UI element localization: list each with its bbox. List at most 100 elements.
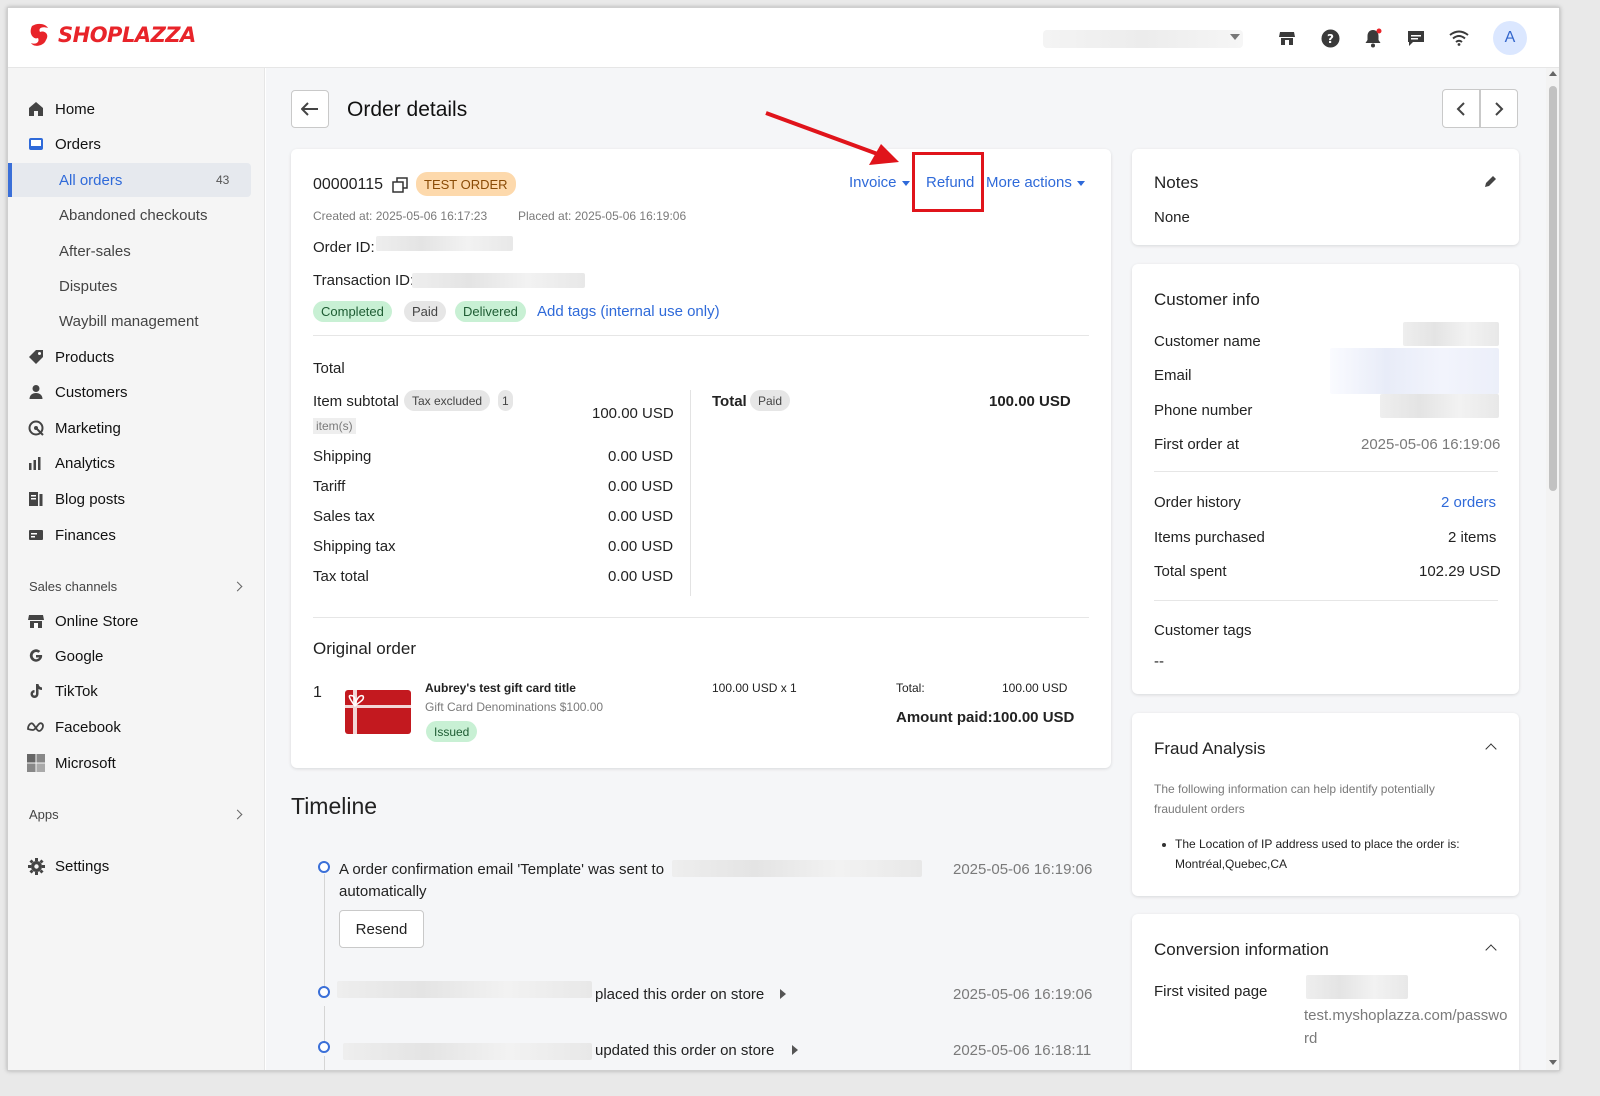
chat-icon[interactable] (1404, 26, 1428, 50)
sidebar-item-orders[interactable]: Orders (8, 127, 265, 161)
sidebar-item-waybill-management[interactable]: Waybill management (8, 304, 265, 338)
status-badge-paid: Paid (404, 301, 447, 322)
previous-order-button[interactable] (1442, 89, 1480, 128)
invoice-menu[interactable]: Invoice (849, 174, 910, 191)
customer-tags-label: Customer tags (1154, 622, 1252, 639)
shipping-value: 0.00 USD (608, 448, 674, 465)
created-at: Created at: 2025-05-06 16:17:23 (313, 209, 487, 223)
sidebar-item-abandoned-checkouts[interactable]: Abandoned checkouts (8, 198, 265, 232)
scroll-down-arrow-icon[interactable] (1549, 1060, 1557, 1065)
timeline-connector (324, 874, 325, 994)
vertical-divider (690, 390, 691, 596)
shipping-tax-value: 0.00 USD (608, 538, 674, 555)
redacted-user (337, 981, 592, 998)
store-selector[interactable] (1043, 30, 1243, 48)
line-total-label: Total: (896, 681, 925, 695)
brand-name: SHOPLAZZA (58, 23, 196, 47)
sidebar-item-finances[interactable]: Finances (8, 518, 265, 552)
divider (313, 335, 1089, 336)
item-subtotal-value: 100.00 USD (592, 405, 674, 422)
finance-icon (27, 526, 45, 544)
bar-chart-icon (27, 454, 45, 472)
scroll-up-arrow-icon[interactable] (1549, 71, 1557, 76)
sidebar-item-label: Facebook (55, 718, 121, 736)
redacted-order-id (376, 236, 513, 251)
sidebar-item-label: All orders (59, 171, 123, 189)
timeline-event-text-continued: automatically (339, 883, 427, 900)
sidebar-item-microsoft[interactable]: Microsoft (8, 746, 265, 780)
grand-total-label: Total (712, 393, 747, 410)
back-button[interactable] (291, 90, 329, 128)
chevron-down-icon[interactable] (1230, 34, 1240, 40)
status-badge-completed: Completed (313, 301, 392, 322)
sidebar-item-disputes[interactable]: Disputes (8, 269, 265, 303)
bell-icon[interactable] (1361, 26, 1385, 50)
sidebar-item-customers[interactable]: Customers (8, 375, 265, 409)
expand-arrow-icon[interactable] (780, 989, 786, 999)
customer-tags-value: -- (1154, 653, 1164, 670)
timeline-connector (324, 1056, 325, 1070)
shoplazza-logo[interactable]: SHOPLAZZA (28, 22, 196, 48)
timeline-heading: Timeline (291, 793, 378, 819)
timeline-event-text: placed this order on store (595, 986, 765, 1003)
invoice-label: Invoice (849, 174, 897, 191)
item-subtotal-label: Item subtotal (313, 393, 399, 410)
pencil-icon[interactable] (1483, 175, 1497, 193)
help-icon[interactable]: ? (1318, 26, 1342, 50)
first-order-label: First order at (1154, 436, 1240, 453)
expand-arrow-icon[interactable] (792, 1045, 798, 1055)
chevron-right-icon[interactable] (232, 809, 243, 820)
scrollbar-thumb[interactable] (1549, 86, 1557, 491)
sidebar-item-blog-posts[interactable]: Blog posts (8, 482, 265, 516)
more-actions-menu[interactable]: More actions (986, 174, 1085, 191)
avatar[interactable]: A (1493, 21, 1527, 55)
sidebar-item-label: Analytics (55, 454, 116, 472)
order-history-link[interactable]: 2 orders (1441, 494, 1496, 511)
sidebar-item-label: Microsoft (55, 754, 116, 772)
add-tags-link[interactable]: Add tags (internal use only) (537, 303, 720, 320)
next-order-button[interactable] (1480, 89, 1518, 128)
resend-button[interactable]: Resend (339, 910, 424, 948)
fraud-analysis-heading: Fraud Analysis (1154, 739, 1266, 758)
store-icon (27, 612, 45, 630)
tax-total-value: 0.00 USD (608, 568, 674, 585)
sidebar-item-analytics[interactable]: Analytics (8, 446, 265, 480)
sidebar-item-label: Marketing (55, 419, 121, 437)
sidebar-item-home[interactable]: Home (8, 92, 265, 126)
store-icon[interactable] (1275, 26, 1299, 50)
timeline-dot (318, 861, 330, 873)
caret-down-icon (901, 180, 910, 186)
sales-tax-label: Sales tax (313, 508, 375, 525)
sidebar-item-online-store[interactable]: Online Store (8, 604, 265, 638)
conversion-heading: Conversion information (1154, 940, 1329, 959)
sidebar-item-marketing[interactable]: Marketing (8, 411, 265, 445)
chevron-left-icon (1456, 101, 1465, 116)
product-title[interactable]: Aubrey's test gift card title (425, 681, 576, 695)
sidebar-item-all-orders[interactable]: All orders 43 (8, 163, 265, 197)
sidebar-item-after-sales[interactable]: After-sales (8, 234, 265, 268)
sidebar-item-products[interactable]: Products (8, 340, 265, 374)
order-count-badge: 43 (216, 173, 230, 187)
sidebar-item-tiktok[interactable]: TikTok (8, 674, 265, 708)
sidebar-item-facebook[interactable]: Facebook (8, 710, 265, 744)
items-word: item(s) (313, 418, 356, 434)
timeline-connector (324, 1006, 325, 1046)
wifi-icon[interactable] (1447, 26, 1471, 50)
first-visited-url-continued[interactable]: rd (1304, 1030, 1317, 1047)
redacted-user (343, 1043, 592, 1060)
first-order-value: 2025-05-06 16:19:06 (1361, 436, 1501, 453)
chevron-right-icon[interactable] (232, 581, 243, 592)
grand-total-value: 100.00 USD (989, 393, 1071, 410)
page-title: Order details (347, 98, 468, 121)
items-purchased-value: 2 items (1448, 529, 1497, 546)
test-order-badge: TEST ORDER (416, 172, 516, 196)
sidebar-item-google[interactable]: Google (8, 639, 265, 673)
ip-location-text: The Location of IP address used to place… (1175, 837, 1460, 851)
price-quantity: 100.00 USD x 1 (712, 681, 797, 695)
copy-icon[interactable] (392, 177, 408, 197)
redacted-email (672, 860, 922, 877)
tag-icon (27, 348, 45, 366)
sidebar-item-settings[interactable]: Settings (8, 849, 265, 883)
timeline-event-text: A order confirmation email 'Template' wa… (339, 861, 665, 878)
first-visited-url[interactable]: test.myshoplazza.com/passwo (1304, 1007, 1507, 1024)
